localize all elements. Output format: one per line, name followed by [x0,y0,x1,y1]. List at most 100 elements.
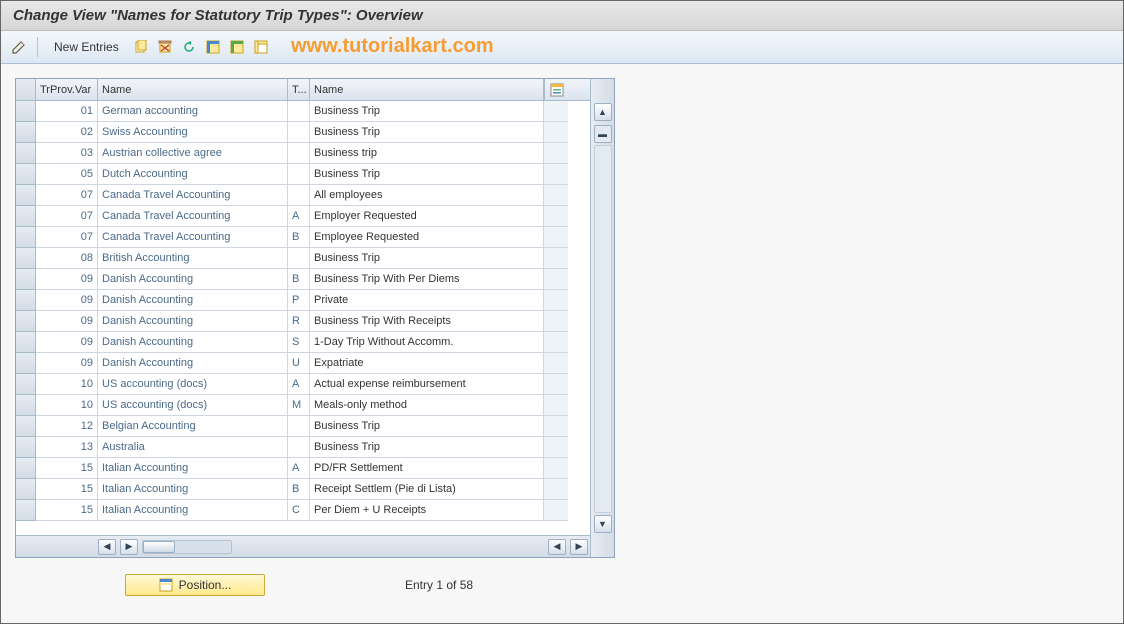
cell-name2[interactable]: Meals-only method [310,395,544,416]
cell-t[interactable] [288,416,310,437]
cell-t[interactable]: A [288,458,310,479]
select-all-column[interactable] [16,79,36,100]
row-selector[interactable] [16,332,36,353]
cell-name1[interactable]: Italian Accounting [98,458,288,479]
row-selector[interactable] [16,185,36,206]
scroll-right-button[interactable]: ▶ [120,539,138,555]
cell-name2[interactable]: 1-Day Trip Without Accomm. [310,332,544,353]
cell-name2[interactable]: Business Trip [310,101,544,122]
cell-name2[interactable]: Expatriate [310,353,544,374]
cell-t[interactable]: U [288,353,310,374]
row-selector[interactable] [16,164,36,185]
cell-t[interactable]: S [288,332,310,353]
cell-name2[interactable]: Employer Requested [310,206,544,227]
cell-name2[interactable]: Business Trip [310,248,544,269]
row-selector[interactable] [16,500,36,521]
delete-icon[interactable] [155,35,175,59]
cell-t[interactable]: C [288,500,310,521]
cell-name2[interactable]: Business trip [310,143,544,164]
row-selector[interactable] [16,143,36,164]
row-selector[interactable] [16,101,36,122]
cell-name1[interactable]: Canada Travel Accounting [98,206,288,227]
cell-trprovvar[interactable]: 10 [36,395,98,416]
cell-trprovvar[interactable]: 09 [36,269,98,290]
cell-name1[interactable]: Swiss Accounting [98,122,288,143]
row-selector[interactable] [16,437,36,458]
scroll-left-button-2[interactable]: ◀ [548,539,566,555]
new-entries-button[interactable]: New Entries [46,35,127,59]
row-selector[interactable] [16,227,36,248]
cell-t[interactable] [288,185,310,206]
undo-change-icon[interactable] [179,35,199,59]
cell-t[interactable]: B [288,269,310,290]
horizontal-scroll-track[interactable] [142,540,232,554]
row-selector[interactable] [16,374,36,395]
column-t[interactable]: T... [288,79,310,100]
cell-trprovvar[interactable]: 05 [36,164,98,185]
cell-name2[interactable]: Per Diem + U Receipts [310,500,544,521]
cell-t[interactable]: B [288,479,310,500]
cell-trprovvar[interactable]: 13 [36,437,98,458]
cell-trprovvar[interactable]: 10 [36,374,98,395]
cell-name1[interactable]: Belgian Accounting [98,416,288,437]
copy-as-icon[interactable] [131,35,151,59]
row-selector[interactable] [16,395,36,416]
cell-t[interactable]: A [288,206,310,227]
select-all-icon[interactable] [203,35,223,59]
cell-t[interactable] [288,101,310,122]
row-selector[interactable] [16,248,36,269]
cell-name2[interactable]: PD/FR Settlement [310,458,544,479]
row-selector[interactable] [16,269,36,290]
cell-name1[interactable]: US accounting (docs) [98,374,288,395]
horizontal-scroll-thumb[interactable] [143,541,175,553]
cell-name2[interactable]: All employees [310,185,544,206]
cell-name2[interactable]: Business Trip [310,416,544,437]
vertical-scroll-track[interactable] [594,145,612,513]
column-name1[interactable]: Name [98,79,288,100]
column-trprovvar[interactable]: TrProv.Var [36,79,98,100]
cell-name2[interactable]: Business Trip [310,437,544,458]
cell-name1[interactable]: German accounting [98,101,288,122]
cell-trprovvar[interactable]: 08 [36,248,98,269]
row-selector[interactable] [16,122,36,143]
cell-trprovvar[interactable]: 07 [36,206,98,227]
cell-name2[interactable]: Receipt Settlem (Pie di Lista) [310,479,544,500]
cell-name1[interactable]: Austrian collective agree [98,143,288,164]
cell-trprovvar[interactable]: 02 [36,122,98,143]
cell-trprovvar[interactable]: 15 [36,479,98,500]
cell-name2[interactable]: Business Trip With Per Diems [310,269,544,290]
cell-trprovvar[interactable]: 03 [36,143,98,164]
cell-t[interactable]: A [288,374,310,395]
cell-name1[interactable]: Danish Accounting [98,332,288,353]
cell-trprovvar[interactable]: 09 [36,290,98,311]
cell-trprovvar[interactable]: 01 [36,101,98,122]
scroll-marker[interactable]: ▬ [594,125,612,143]
cell-name2[interactable]: Actual expense reimbursement [310,374,544,395]
cell-t[interactable]: P [288,290,310,311]
cell-trprovvar[interactable]: 09 [36,332,98,353]
cell-trprovvar[interactable]: 15 [36,500,98,521]
cell-t[interactable]: M [288,395,310,416]
cell-trprovvar[interactable]: 12 [36,416,98,437]
cell-t[interactable] [288,164,310,185]
scroll-left-button[interactable]: ◀ [98,539,116,555]
cell-name1[interactable]: Danish Accounting [98,290,288,311]
position-button[interactable]: Position... [125,574,265,596]
cell-name2[interactable]: Business Trip With Receipts [310,311,544,332]
select-block-icon[interactable] [227,35,247,59]
cell-t[interactable] [288,143,310,164]
cell-trprovvar[interactable]: 07 [36,185,98,206]
cell-name2[interactable]: Private [310,290,544,311]
cell-t[interactable] [288,437,310,458]
cell-name1[interactable]: British Accounting [98,248,288,269]
cell-trprovvar[interactable]: 15 [36,458,98,479]
row-selector[interactable] [16,311,36,332]
cell-t[interactable]: B [288,227,310,248]
cell-t[interactable] [288,122,310,143]
toggle-display-change-icon[interactable] [9,35,29,59]
cell-trprovvar[interactable]: 09 [36,353,98,374]
cell-name1[interactable]: Canada Travel Accounting [98,185,288,206]
cell-name1[interactable]: Italian Accounting [98,479,288,500]
cell-name1[interactable]: Italian Accounting [98,500,288,521]
cell-name1[interactable]: Danish Accounting [98,311,288,332]
